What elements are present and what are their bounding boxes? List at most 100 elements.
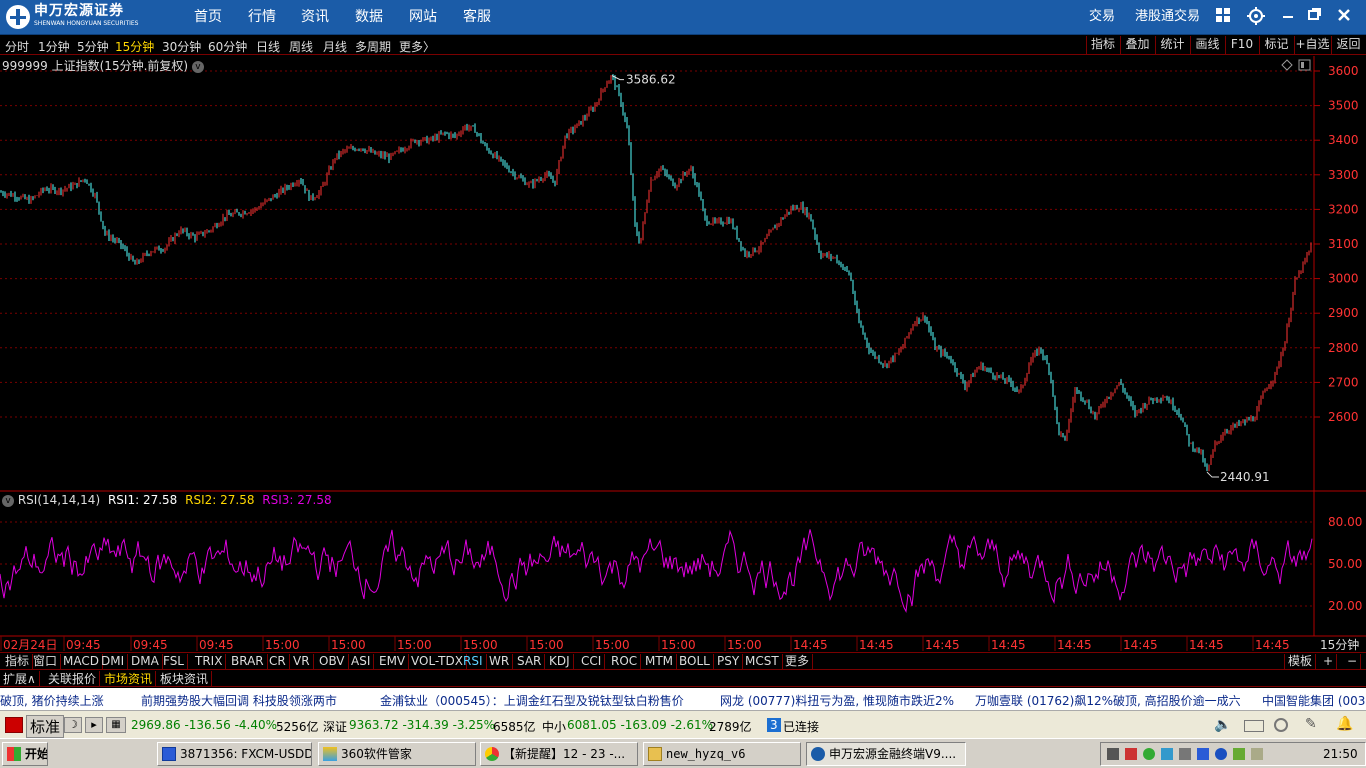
period-month[interactable]: 月线: [323, 38, 347, 55]
sme-index-quote[interactable]: 6081.05 -163.09 -2.61%: [567, 718, 713, 732]
ticker-item[interactable]: 破顶, 猪价持续上涨: [0, 692, 104, 709]
tray-icon[interactable]: [1143, 748, 1155, 760]
tray-icon[interactable]: [1197, 748, 1209, 760]
tool-draw[interactable]: 画线: [1190, 36, 1224, 54]
period-15min[interactable]: 15分钟: [115, 38, 154, 55]
tray-icon[interactable]: [1251, 748, 1263, 760]
toggle-icon[interactable]: ▸: [85, 717, 103, 733]
period-1min[interactable]: 1分钟: [38, 38, 70, 55]
indicator-tab-更多[interactable]: 更多: [782, 654, 814, 669]
template-button[interactable]: 模板: [1284, 654, 1317, 669]
tool-stats[interactable]: 统计: [1155, 36, 1189, 54]
period-multi[interactable]: 多周期: [355, 38, 391, 55]
trade-link[interactable]: 交易: [1089, 0, 1115, 35]
related-quotes-tab[interactable]: 关联报价: [45, 671, 101, 687]
ticker-item[interactable]: 网龙 (00777)料扭亏为盈, 惟现随市跌近2%: [720, 692, 954, 709]
indicator-tab-wr[interactable]: WR: [486, 654, 514, 669]
keyboard-icon[interactable]: ▦: [106, 717, 126, 733]
night-mode-icon[interactable]: ☽: [64, 717, 82, 733]
hk-connect-trade-link[interactable]: 港股通交易: [1135, 0, 1200, 35]
tray-icon[interactable]: [1179, 748, 1191, 760]
nav-website[interactable]: 网站: [409, 0, 437, 35]
ticker-item[interactable]: 金浦钛业（000545）：上调金红石型及锐钛型钛白粉售价: [380, 692, 684, 709]
tray-icon[interactable]: [1233, 748, 1245, 760]
taskbar-item-folder[interactable]: new_hyzq_v6: [643, 742, 801, 766]
indicator-tab-emv[interactable]: EMV: [376, 654, 410, 669]
tool-add-watchlist[interactable]: +自选: [1294, 36, 1330, 54]
sz-index-quote[interactable]: 9363.72 -314.39 -3.25%: [349, 718, 495, 732]
period-timeshare[interactable]: 分时: [5, 38, 29, 55]
nav-home[interactable]: 首页: [194, 0, 222, 35]
chart-area[interactable]: 3586.62 2440.91 3600 3500 3400 3300 3200 3100…: [0, 56, 1366, 652]
indicator-tab-boll[interactable]: BOLL: [676, 654, 714, 669]
indicator-tab-dmi[interactable]: DMI: [98, 654, 129, 669]
indicator-tab-asi[interactable]: ASI: [348, 654, 375, 669]
diamond-icon[interactable]: [1281, 59, 1293, 71]
indicator-tab-窗口[interactable]: 窗口: [30, 654, 62, 669]
nav-data[interactable]: 数据: [355, 0, 383, 35]
indicator-tab-vol-tdx[interactable]: VOL-TDX: [408, 654, 467, 669]
chevron-down-icon[interactable]: v: [2, 494, 14, 507]
market-news-tab[interactable]: 市场资讯: [101, 671, 157, 687]
bluetooth-icon[interactable]: [1215, 748, 1227, 760]
tool-overlay[interactable]: 叠加: [1120, 36, 1154, 54]
panel-icon[interactable]: [1298, 59, 1311, 71]
grid-icon[interactable]: [1212, 6, 1234, 28]
speaker-icon[interactable]: 🔈: [1214, 717, 1231, 733]
period-week[interactable]: 周线: [289, 38, 313, 55]
taskbar-item-browser[interactable]: 【新提醒】12 - 23 -...: [480, 742, 638, 766]
tool-f10[interactable]: F10: [1225, 36, 1258, 54]
period-5min[interactable]: 5分钟: [77, 38, 109, 55]
taskbar-item-shenwan[interactable]: 申万宏源金融终端V9....: [806, 742, 966, 766]
tray-icon[interactable]: [1107, 748, 1119, 760]
ticker-item[interactable]: 中国智能集团 (0039: [1262, 692, 1366, 709]
mode-selector[interactable]: 标准: [26, 715, 65, 738]
indicator-tab-rsi[interactable]: RSI: [460, 654, 487, 669]
nav-news[interactable]: 资讯: [301, 0, 329, 35]
indicator-tab-mtm[interactable]: MTM: [642, 654, 678, 669]
period-day[interactable]: 日线: [256, 38, 280, 55]
gear-icon[interactable]: [1245, 6, 1267, 28]
tray-icon[interactable]: [1161, 748, 1173, 760]
keyboard-icon[interactable]: [1244, 720, 1264, 732]
period-60min[interactable]: 60分钟: [208, 38, 247, 55]
app-icon[interactable]: [5, 717, 23, 733]
remove-panel-button[interactable]: −: [1344, 654, 1362, 669]
headset-icon[interactable]: [1274, 718, 1288, 732]
indicator-tab-roc[interactable]: ROC: [608, 654, 642, 669]
add-panel-button[interactable]: +: [1320, 654, 1338, 669]
period-more[interactable]: 更多〉: [399, 38, 435, 55]
indicator-tab-dma[interactable]: DMA: [128, 654, 163, 669]
close-icon[interactable]: [1333, 6, 1355, 28]
minimize-icon[interactable]: [1277, 6, 1299, 28]
ticker-item[interactable]: 万咖壹联 (01762)飙12%破顶, 高招股价逾一成六: [975, 692, 1241, 709]
tool-indicator[interactable]: 指标: [1086, 36, 1119, 54]
tray-icon[interactable]: [1125, 748, 1137, 760]
tool-back[interactable]: 返回: [1331, 36, 1365, 54]
expand-tab[interactable]: 扩展∧: [0, 671, 40, 687]
indicator-tab-obv[interactable]: OBV: [316, 654, 349, 669]
indicator-tab-sar[interactable]: SAR: [514, 654, 546, 669]
indicator-tab-指标[interactable]: 指标: [2, 654, 34, 669]
bell-icon[interactable]: 🔔: [1336, 716, 1353, 732]
indicator-tab-macd[interactable]: MACD: [60, 654, 103, 669]
nav-quotes[interactable]: 行情: [248, 0, 276, 35]
indicator-tab-psy[interactable]: PSY: [714, 654, 744, 669]
indicator-tab-kdj[interactable]: KDJ: [546, 654, 574, 669]
sector-news-tab[interactable]: 板块资讯: [157, 671, 213, 687]
restore-icon[interactable]: [1304, 6, 1326, 28]
chevron-down-icon[interactable]: v: [191, 60, 204, 73]
indicator-tab-vr[interactable]: VR: [290, 654, 314, 669]
indicator-tab-trix[interactable]: TRIX: [192, 654, 227, 669]
taskbar-item-360[interactable]: 360软件管家: [318, 742, 476, 766]
tools-icon[interactable]: ✎: [1305, 716, 1317, 732]
period-30min[interactable]: 30分钟: [162, 38, 201, 55]
start-button[interactable]: 开始: [2, 742, 48, 766]
indicator-tab-cci[interactable]: CCI: [578, 654, 606, 669]
indicator-tab-mcst[interactable]: MCST: [742, 654, 783, 669]
indicator-tab-fsl[interactable]: FSL: [160, 654, 188, 669]
ticker-item[interactable]: 前期强势股大幅回调 科技股领涨两市: [141, 692, 337, 709]
tool-mark[interactable]: 标记: [1259, 36, 1293, 54]
indicator-tab-cr[interactable]: CR: [266, 654, 290, 669]
indicator-tab-brar[interactable]: BRAR: [228, 654, 268, 669]
